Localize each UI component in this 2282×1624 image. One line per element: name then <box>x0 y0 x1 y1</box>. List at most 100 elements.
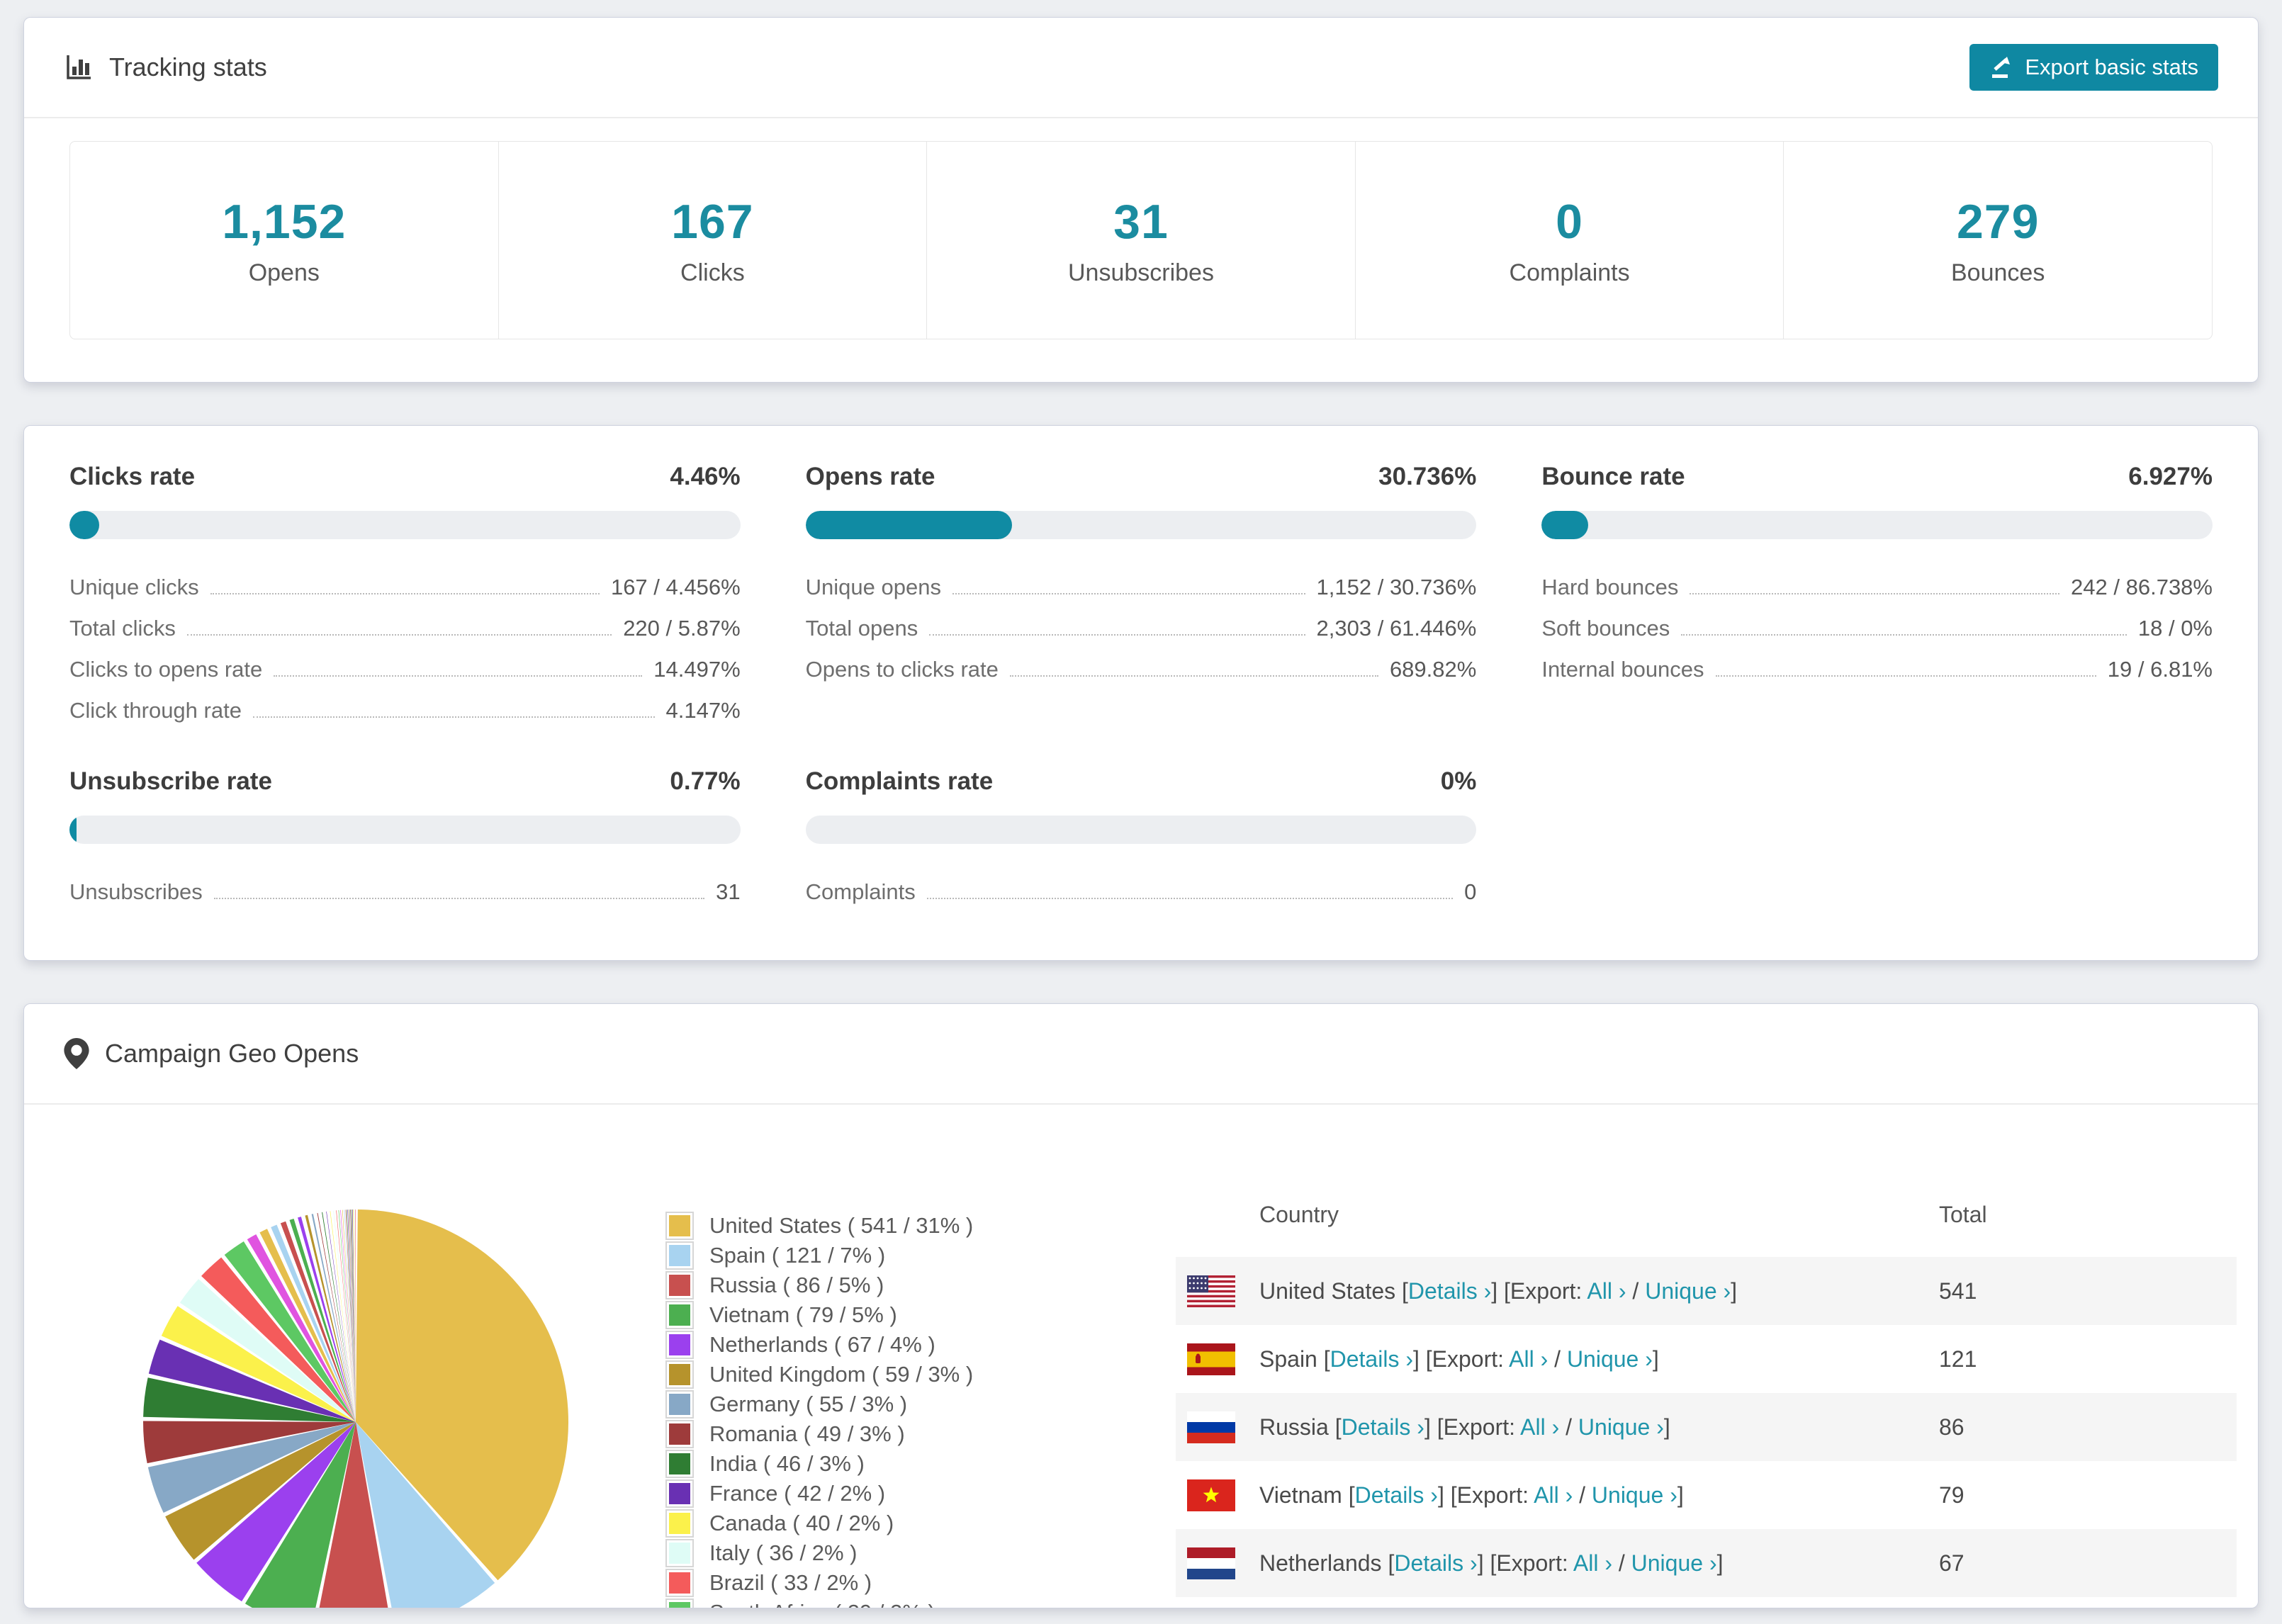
legend-label: Russia ( 86 / 5% ) <box>709 1273 884 1297</box>
geo-table-row-netherlands: Netherlands [Details ›] [Export: All › /… <box>1176 1529 2237 1597</box>
legend-swatch <box>665 1390 694 1419</box>
legend-item-netherlands: Netherlands ( 67 / 4% ) <box>665 1330 973 1360</box>
export-all-link[interactable]: All › <box>1534 1482 1573 1508</box>
country-name: Netherlands <box>1259 1550 1382 1576</box>
export-unique-link[interactable]: Unique › <box>1592 1482 1677 1508</box>
legend-swatch <box>665 1271 694 1299</box>
stat-value: 279 <box>1956 194 2040 249</box>
tracking-stats-header: Tracking stats Export basic stats <box>24 18 2258 118</box>
rate-detail-row: Internal bounces 19 / 6.81% <box>1541 657 2213 682</box>
dotted-leader <box>1690 593 2060 594</box>
geo-pie-chart[interactable] <box>136 1202 575 1608</box>
legend-label: Spain ( 121 / 7% ) <box>709 1243 886 1268</box>
summary-stat-opens: 1,152 Opens <box>70 142 498 339</box>
stat-value: 0 <box>1556 194 1583 249</box>
stat-value: 1,152 <box>222 194 347 249</box>
legend-swatch <box>665 1360 694 1389</box>
campaign-geo-opens-panel: Campaign Geo Opens United States ( 541 /… <box>23 1003 2259 1608</box>
page: Tracking stats Export basic stats 1,152 O… <box>0 0 2282 1608</box>
rate-progress-bar <box>805 511 1477 539</box>
export-basic-stats-button[interactable]: Export basic stats <box>1969 44 2218 91</box>
rate-detail-row: Unique clicks 167 / 4.456% <box>69 575 741 599</box>
legend-label: South Africa ( 29 / 2% ) <box>709 1600 935 1608</box>
details-link[interactable]: Details › <box>1355 1482 1438 1508</box>
rate-detail-row: Unsubscribes 31 <box>69 879 741 904</box>
dotted-leader <box>186 634 612 636</box>
legend-item-india: India ( 46 / 3% ) <box>665 1449 973 1479</box>
legend-label: Netherlands ( 67 / 4% ) <box>709 1332 935 1357</box>
rate-detail-row: Total clicks 220 / 5.87% <box>69 616 741 641</box>
dotted-leader <box>926 898 1454 899</box>
geo-table-row-united-kingdom: United Kingdom [Details ›] [Export: All … <box>1176 1597 2237 1608</box>
rate-value: 0.77% <box>670 767 741 795</box>
panel-title: Campaign Geo Opens <box>105 1039 359 1068</box>
legend-swatch <box>665 1569 694 1597</box>
total-value: 86 <box>1939 1414 1965 1440</box>
export-all-link[interactable]: All › <box>1573 1550 1612 1576</box>
export-prefix: Export: <box>1510 1278 1583 1304</box>
total-value: 79 <box>1939 1482 1965 1508</box>
pie-slice-other <box>349 1209 356 1422</box>
geo-table: Country Total United States [Details ›] … <box>1176 1172 2237 1608</box>
legend-item-romania: Romania ( 49 / 3% ) <box>665 1419 973 1449</box>
country-name: Vietnam <box>1259 1482 1342 1508</box>
summary-stat-clicks: 167 Clicks <box>498 142 927 339</box>
geo-table-row-russia: Russia [Details ›] [Export: All › / Uniq… <box>1176 1393 2237 1461</box>
dotted-leader <box>210 593 600 594</box>
summary-stat-unsubscribes: 31 Unsubscribes <box>926 142 1355 339</box>
export-unique-link[interactable]: Unique › <box>1567 1346 1653 1372</box>
rate-title: Bounce rate <box>1541 463 1685 490</box>
country-name: United States <box>1259 1278 1396 1304</box>
rate-progress-bar <box>1541 511 2213 539</box>
legend-label: France ( 42 / 2% ) <box>709 1481 886 1506</box>
stat-label: Bounces <box>1951 259 2045 286</box>
details-link[interactable]: Details › <box>1342 1414 1424 1440</box>
total-value: 67 <box>1939 1550 1965 1576</box>
rate-detail-row: Total opens 2,303 / 61.446% <box>805 616 1477 641</box>
export-prefix: Export: <box>1432 1346 1505 1372</box>
rate-value: 6.927% <box>2128 463 2213 490</box>
legend-item-spain: Spain ( 121 / 7% ) <box>665 1241 973 1270</box>
export-all-link[interactable]: All › <box>1587 1278 1626 1304</box>
rate-progress-bar <box>69 511 741 539</box>
legend-label: Brazil ( 33 / 2% ) <box>709 1570 872 1595</box>
pie-legend: United States ( 541 / 31% ) Spain ( 121 /… <box>665 1211 973 1608</box>
legend-label: United Kingdom ( 59 / 3% ) <box>709 1362 974 1387</box>
legend-swatch <box>665 1212 694 1240</box>
rate-detail-row: Click through rate 4.147% <box>69 698 741 723</box>
es-flag-icon <box>1187 1343 1235 1375</box>
rate-detail-row: Hard bounces 242 / 86.738% <box>1541 575 2213 599</box>
details-link[interactable]: Details › <box>1408 1278 1491 1304</box>
legend-item-united-states: United States ( 541 / 31% ) <box>665 1211 973 1241</box>
dotted-leader <box>213 898 705 899</box>
rates-grid: Clicks rate 4.46% Unique clicks 167 / 4.456… <box>69 463 2213 909</box>
stat-label: Complaints <box>1509 259 1630 286</box>
legend-label: Canada ( 40 / 2% ) <box>709 1511 894 1535</box>
stat-label: Unsubscribes <box>1067 259 1214 286</box>
rate-value: 30.736% <box>1378 463 1477 490</box>
summary-stat-bounces: 279 Bounces <box>1783 142 2212 339</box>
rate-card-clicks-rate: Clicks rate 4.46% Unique clicks 167 / 4.456… <box>69 463 741 728</box>
legend-item-russia: Russia ( 86 / 5% ) <box>665 1270 973 1300</box>
export-all-link[interactable]: All › <box>1520 1414 1559 1440</box>
geo-table-header: Country Total <box>1176 1172 2237 1257</box>
legend-item-germany: Germany ( 55 / 3% ) <box>665 1389 973 1419</box>
rate-card-opens-rate: Opens rate 30.736% Unique opens 1,152 / 30.… <box>805 463 1477 728</box>
stat-label: Opens <box>248 259 320 286</box>
details-link[interactable]: Details › <box>1330 1346 1413 1372</box>
export-unique-link[interactable]: Unique › <box>1631 1550 1717 1576</box>
export-unique-link[interactable]: Unique › <box>1645 1278 1731 1304</box>
geo-table-row-vietnam: Vietnam [Details ›] [Export: All › / Uni… <box>1176 1461 2237 1529</box>
column-header-country: Country <box>1259 1201 1339 1227</box>
rate-value: 4.46% <box>670 463 741 490</box>
legend-item-united-kingdom: United Kingdom ( 59 / 3% ) <box>665 1360 973 1389</box>
legend-label: United States ( 541 / 31% ) <box>709 1213 974 1238</box>
details-link[interactable]: Details › <box>1394 1550 1477 1576</box>
legend-item-south-africa: South Africa ( 29 / 2% ) <box>665 1598 973 1608</box>
legend-swatch <box>665 1301 694 1329</box>
rate-detail-row: Clicks to opens rate 14.497% <box>69 657 741 682</box>
export-unique-link[interactable]: Unique › <box>1578 1414 1664 1440</box>
legend-swatch <box>665 1479 694 1508</box>
rate-card-complaints-rate: Complaints rate 0% Complaints 0 <box>805 767 1477 909</box>
export-all-link[interactable]: All › <box>1509 1346 1548 1372</box>
